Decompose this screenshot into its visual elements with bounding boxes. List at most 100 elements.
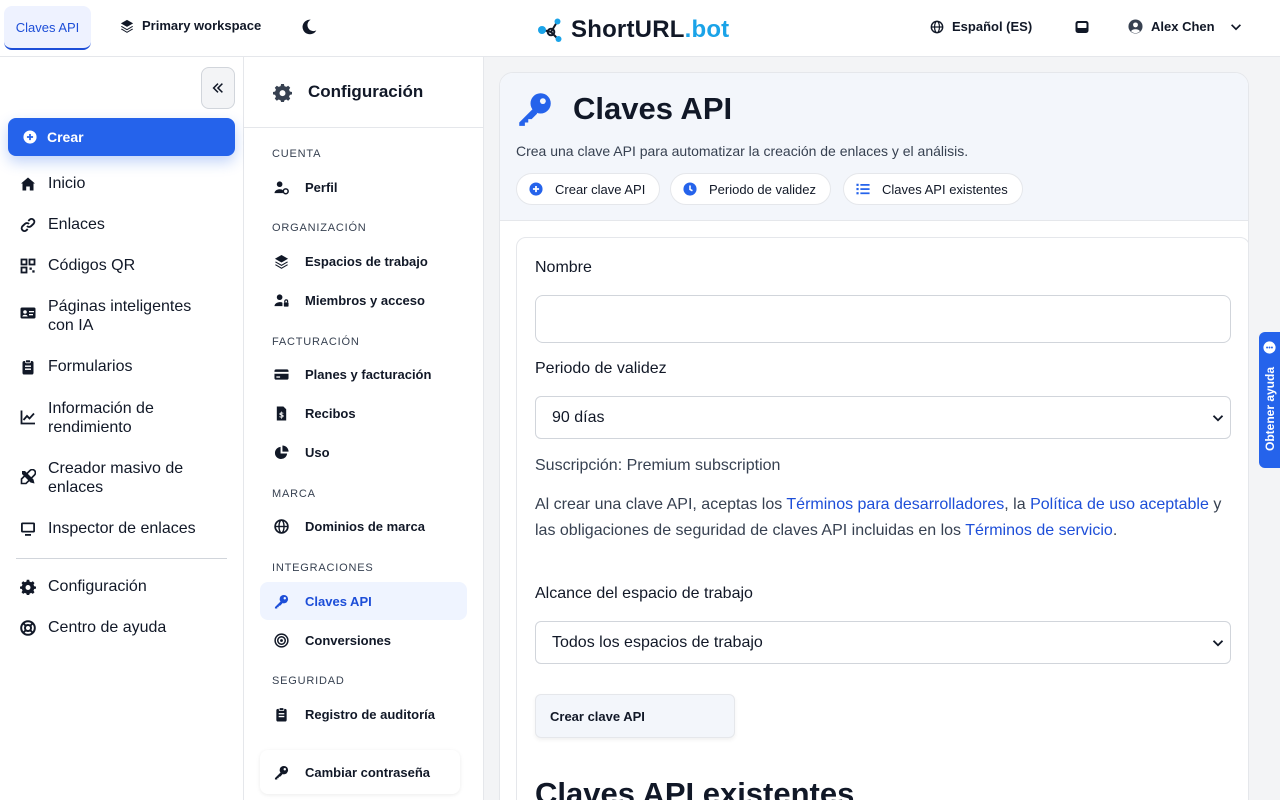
gear-icon <box>273 83 292 102</box>
settings-item-uso[interactable]: Uso <box>260 433 467 471</box>
key-icon <box>274 594 289 609</box>
home-icon <box>21 177 35 191</box>
settings-item-miembros[interactable]: Miembros y acceso <box>260 281 467 319</box>
key-icon <box>274 765 289 780</box>
sidebar-item-inicio[interactable]: Inicio <box>20 174 85 193</box>
main-content: Claves API Crea una clave API para autom… <box>484 57 1280 800</box>
language-selector[interactable]: Español (ES) <box>930 19 1032 34</box>
user-gear-icon <box>274 180 289 194</box>
svg-text:$: $ <box>279 410 284 419</box>
acceptable-use-link[interactable]: Política de uso aceptable <box>1030 496 1209 513</box>
user-name: Alex Chen <box>1151 19 1215 34</box>
list-icon <box>856 183 870 195</box>
logo-network-icon <box>538 18 562 42</box>
settings-item-auditoria[interactable]: Registro de auditoría <box>260 695 467 733</box>
section-label-organizacion: ORGANIZACIÓN <box>272 222 367 234</box>
settings-item-planes[interactable]: Planes y facturación <box>260 355 467 393</box>
create-button[interactable]: Crear <box>8 118 235 156</box>
logo[interactable]: ShortURL.bot <box>537 16 729 44</box>
collapse-sidebar-button[interactable] <box>201 67 235 109</box>
validity-select[interactable]: 90 días <box>535 396 1231 439</box>
settings-item-conversiones[interactable]: Conversiones <box>260 621 467 659</box>
name-input[interactable] <box>535 295 1231 343</box>
section-label-integraciones: INTEGRACIONES <box>272 562 374 574</box>
inbox-icon[interactable] <box>1074 19 1090 35</box>
chat-icon <box>1263 341 1276 354</box>
settings-item-cambiar-password[interactable]: Cambiar contraseña <box>260 750 460 794</box>
qr-code-icon <box>20 258 36 274</box>
sidebar-item-formularios[interactable]: Formularios <box>20 357 132 376</box>
gear-icon <box>20 579 36 595</box>
user-avatar-icon <box>1128 19 1143 34</box>
section-label-marca: MARCA <box>272 488 316 500</box>
developer-terms-link[interactable]: Términos para desarrolladores <box>786 496 1004 513</box>
monitor-icon <box>21 522 35 536</box>
clock-icon <box>683 182 697 196</box>
settings-item-claves-api[interactable]: Claves API <box>260 582 467 620</box>
id-card-icon <box>20 307 36 319</box>
help-tab-label: Obtener ayuda <box>1262 366 1277 452</box>
key-icon <box>519 93 551 126</box>
section-label-facturacion: FACTURACIÓN <box>272 336 360 348</box>
page-header: Claves API Crea una clave API para autom… <box>500 73 1248 221</box>
top-bar: Claves API Primary workspace ShortURL.bo… <box>0 0 1280 57</box>
sidebar-item-codigos-qr[interactable]: Códigos QR <box>20 256 135 275</box>
workspace-switcher[interactable]: Primary workspace <box>120 18 261 33</box>
section-label-cuenta: CUENTA <box>272 148 322 160</box>
terms-text: Al crear una clave API, aceptas los Térm… <box>535 496 1222 539</box>
settings-header: Configuración <box>244 57 483 128</box>
plus-circle-icon <box>529 182 543 196</box>
create-label: Crear <box>47 129 84 145</box>
pie-chart-icon <box>274 444 289 459</box>
settings-item-perfil[interactable]: Perfil <box>260 168 467 206</box>
layers-icon <box>274 254 289 269</box>
terms-of-service-link[interactable]: Términos de servicio <box>965 522 1113 539</box>
subscription-text: Suscripción: Premium subscription <box>535 457 781 474</box>
double-chevron-left-icon <box>212 83 223 93</box>
settings-item-dominios[interactable]: Dominios de marca <box>260 507 467 545</box>
credit-card-icon <box>274 368 289 380</box>
scope-value: Todos los espacios de trabajo <box>552 633 763 651</box>
clipboard-icon <box>22 359 34 375</box>
sidebar-item-creador-masivo[interactable]: Creador masivo de enlaces <box>20 459 210 497</box>
sidebar-item-informacion-rendimiento[interactable]: Información de rendimiento <box>20 399 200 437</box>
tab-claves-api[interactable]: Claves API <box>4 6 91 50</box>
create-key-form: Nombre Periodo de validez 90 días Suscri… <box>516 237 1248 800</box>
globe-icon <box>930 20 944 33</box>
settings-item-recibos[interactable]: $ Recibos <box>260 394 467 432</box>
sidebar-item-centro-ayuda[interactable]: Centro de ayuda <box>20 618 166 637</box>
chevron-down-icon <box>1212 640 1224 647</box>
scope-label: Alcance del espacio de trabajo <box>535 585 753 602</box>
sidebar-item-paginas-ia[interactable]: Páginas inteligentes con IA <box>20 297 210 335</box>
scope-select[interactable]: Todos los espacios de trabajo <box>535 621 1231 664</box>
sidebar-item-inspector-enlaces[interactable]: Inspector de enlaces <box>20 519 196 538</box>
existing-keys-title: Claves API existentes <box>535 776 855 800</box>
help-tab[interactable]: Obtener ayuda <box>1259 332 1280 468</box>
chip-crear-clave[interactable]: Crear clave API <box>516 173 661 205</box>
create-key-submit-button[interactable]: Crear clave API <box>535 694 735 738</box>
tools-icon <box>20 469 36 485</box>
chip-claves-existentes[interactable]: Claves API existentes <box>843 173 1023 205</box>
lifebuoy-icon <box>20 620 36 636</box>
sidebar: Crear Inicio Enlaces Códigos QR Páginas … <box>0 57 244 800</box>
workspace-name: Primary workspace <box>142 18 262 33</box>
settings-item-espacios[interactable]: Espacios de trabajo <box>260 242 467 280</box>
moon-icon[interactable] <box>300 18 318 36</box>
settings-panel: Configuración CUENTA Perfil ORGANIZACIÓN… <box>244 57 484 800</box>
user-menu[interactable]: Alex Chen <box>1128 19 1243 34</box>
validity-value: 90 días <box>552 408 605 426</box>
clipboard-list-icon <box>276 706 287 722</box>
settings-title: Configuración <box>308 82 424 101</box>
sidebar-item-enlaces[interactable]: Enlaces <box>20 215 105 234</box>
chart-line-icon <box>20 410 35 425</box>
logo-suffix: .bot <box>684 16 730 43</box>
logo-text: ShortURL <box>571 16 685 43</box>
sidebar-item-configuracion[interactable]: Configuración <box>20 577 147 596</box>
sidebar-divider <box>16 558 227 559</box>
page-title: Claves API <box>573 91 733 126</box>
receipt-icon: $ <box>276 405 287 421</box>
link-icon <box>20 218 36 232</box>
user-lock-icon <box>274 293 289 307</box>
chip-periodo-validez[interactable]: Periodo de validez <box>670 173 831 205</box>
language-label: Español (ES) <box>952 19 1033 34</box>
